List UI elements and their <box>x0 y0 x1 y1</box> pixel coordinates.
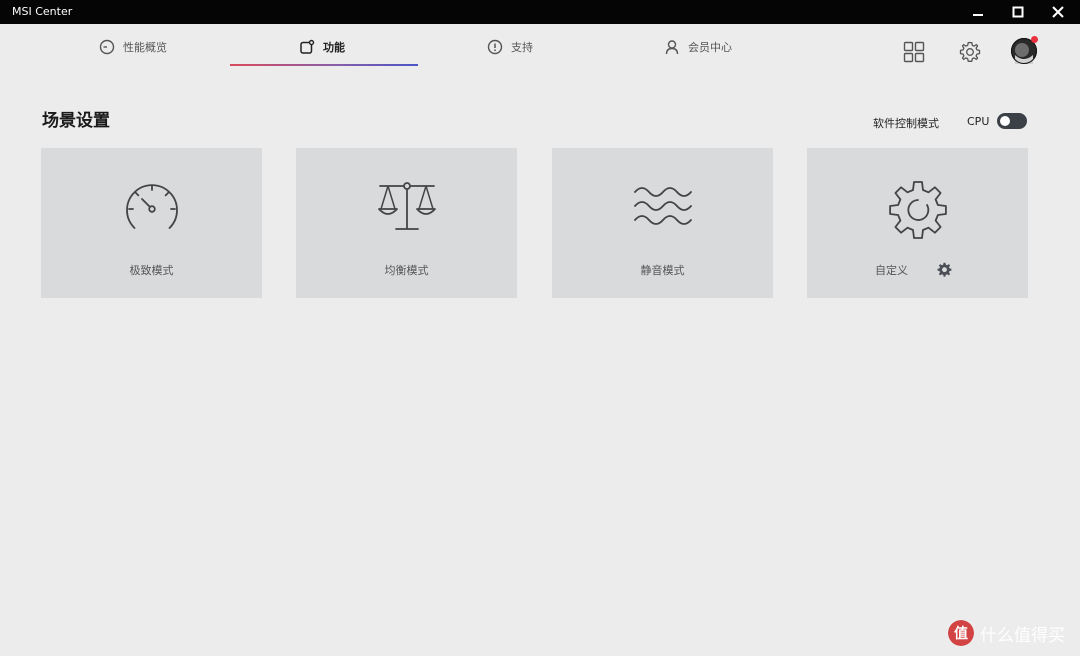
software-control-mode-label: 软件控制模式 <box>873 117 939 130</box>
cpu-toggle[interactable] <box>997 113 1027 129</box>
maximize-icon <box>1012 6 1024 18</box>
features-icon <box>300 39 315 54</box>
card-label: 自定义 <box>875 264 908 277</box>
watermark-text: 什么值得买 <box>980 625 1065 646</box>
card-label: 静音模式 <box>640 264 685 277</box>
tab-member-center[interactable]: 会员中心 <box>664 36 732 58</box>
tab-label: 性能概览 <box>123 41 167 54</box>
notification-dot <box>1031 36 1038 43</box>
maximize-button[interactable] <box>998 0 1038 24</box>
toggle-knob <box>1000 116 1010 126</box>
balance-scale-icon <box>378 182 436 230</box>
watermark-logo-icon: 值 <box>948 620 974 646</box>
speedometer-icon <box>126 184 178 229</box>
tab-support[interactable]: 支持 <box>487 36 533 58</box>
mode-card-silent[interactable]: 静音模式 <box>552 148 773 298</box>
tab-label: 支持 <box>511 41 533 54</box>
settings-gear-icon <box>959 41 981 62</box>
card-label: 均衡模式 <box>384 264 429 277</box>
tab-performance-overview[interactable]: 性能概览 <box>99 36 167 58</box>
minimize-button[interactable] <box>958 0 998 24</box>
close-button[interactable] <box>1038 0 1078 24</box>
watermark: 值 什么值得买 <box>948 619 1065 647</box>
custom-settings-icon[interactable] <box>937 262 952 277</box>
mode-card-custom[interactable]: 自定义 <box>807 148 1028 298</box>
tab-features[interactable]: 功能 <box>299 36 345 58</box>
settings-button[interactable] <box>956 38 984 66</box>
mode-card-balanced[interactable]: 均衡模式 <box>296 148 517 298</box>
minimize-icon <box>973 14 983 16</box>
apps-button[interactable] <box>900 38 928 66</box>
card-label: 极致模式 <box>129 264 174 277</box>
mode-card-extreme[interactable]: 极致模式 <box>41 148 262 298</box>
svg-text:值: 值 <box>954 625 968 642</box>
gear-icon <box>889 181 947 239</box>
tab-label: 会员中心 <box>688 41 732 54</box>
waves-icon <box>634 187 692 225</box>
cpu-label: CPU <box>967 115 990 128</box>
msi-center-window: MSI Center 性能概览 功能 支持 会员中心 场景设置 软件控制模式 C… <box>0 0 1080 656</box>
tab-label: 功能 <box>323 41 345 54</box>
apps-grid-icon <box>903 41 925 63</box>
close-icon <box>1052 6 1064 18</box>
app-title: MSI Center <box>12 5 73 18</box>
support-icon <box>487 39 503 55</box>
gauge-circle-icon <box>99 39 115 55</box>
top-navigation: 性能概览 功能 支持 会员中心 <box>0 24 1080 76</box>
active-tab-indicator <box>230 64 418 66</box>
avatar[interactable] <box>1011 36 1038 64</box>
user-icon <box>665 40 679 55</box>
title-bar: MSI Center <box>0 0 1080 24</box>
page-title: 场景设置 <box>42 111 110 131</box>
